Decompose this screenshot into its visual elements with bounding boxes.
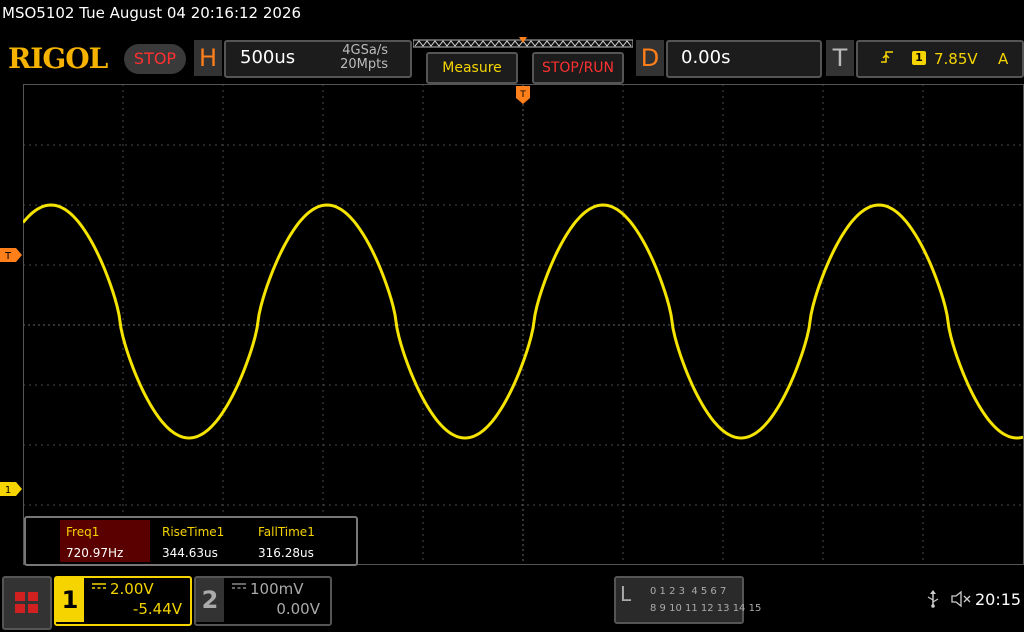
trigger-level-marker-label: T xyxy=(4,251,12,262)
logic-analyzer-label: L xyxy=(620,582,632,606)
ch2-scale: 100mV xyxy=(250,580,304,598)
svg-text:T: T xyxy=(519,90,526,100)
horizontal-menu-button[interactable]: H xyxy=(194,40,222,76)
measurement-value: 720.97Hz xyxy=(66,546,124,560)
measurement-item[interactable]: FallTime1 316.28us xyxy=(252,520,342,562)
clock: 20:15 xyxy=(975,590,1022,609)
ch1-offset-marker[interactable]: 1 xyxy=(0,482,22,496)
trigger-level-value: 7.85V xyxy=(934,50,978,68)
measurement-value: 344.63us xyxy=(162,546,218,560)
delay-menu-button[interactable]: D xyxy=(636,40,664,76)
sample-rate: 4GSa/s xyxy=(342,43,388,58)
measurement-panel[interactable]: Freq1 720.97Hz RiseTime1 344.63us FallTi… xyxy=(24,516,358,566)
delay-value: 0.00s xyxy=(681,47,731,68)
stop-run-button[interactable]: STOP/RUN xyxy=(532,52,624,84)
run-status-label: STOP xyxy=(133,49,177,68)
dc-coupling-icon xyxy=(232,583,246,589)
memory-depth: 20Mpts xyxy=(340,57,388,72)
title-bar: MSO5102 Tue August 04 20:16:12 2026 xyxy=(2,4,302,22)
trigger-mode: A xyxy=(998,50,1009,68)
measurement-item[interactable]: RiseTime1 344.63us xyxy=(156,520,246,562)
rigol-logo: RIGOL xyxy=(8,42,108,75)
waveform-display[interactable] xyxy=(23,84,1024,565)
rising-edge-icon xyxy=(881,51,893,63)
memory-position-strip xyxy=(413,37,633,48)
trigger-source-badge: 1 xyxy=(912,51,926,65)
ch1-scale: 2.00V xyxy=(110,580,154,598)
ch1-label: 1 xyxy=(56,578,84,622)
logic-channels-row-2: 8 9 10 11 12 13 14 15 xyxy=(650,603,762,614)
measurement-value: 316.28us xyxy=(258,546,314,560)
dc-coupling-icon xyxy=(92,583,106,589)
timebase-value: 500us xyxy=(240,47,296,68)
trigger-level-marker[interactable]: T xyxy=(0,248,22,262)
ch2-label: 2 xyxy=(196,578,224,622)
measure-button[interactable]: Measure xyxy=(426,52,518,84)
logic-channels-row-1: 0 1 2 3 4 5 6 7 xyxy=(650,586,727,597)
ch1-marker-label: 1 xyxy=(5,485,11,496)
sample-rate-info: 4GSa/s 20Mpts xyxy=(330,44,388,72)
trigger-menu-button[interactable]: T xyxy=(826,40,854,76)
ch2-offset: 0.00V xyxy=(276,600,320,618)
measurement-name: RiseTime1 xyxy=(162,525,225,539)
measurement-name: Freq1 xyxy=(66,525,100,539)
graticule-center xyxy=(23,84,1024,565)
usb-icon xyxy=(927,590,939,608)
measurement-item[interactable]: Freq1 720.97Hz xyxy=(60,520,150,562)
trigger-position-marker[interactable]: T xyxy=(516,86,530,110)
ch1-offset: -5.44V xyxy=(132,600,182,618)
speaker-mute-icon[interactable] xyxy=(950,590,972,608)
menu-grid-icon xyxy=(15,592,38,613)
measurement-name: FallTime1 xyxy=(258,525,315,539)
run-status-badge[interactable]: STOP xyxy=(124,44,186,74)
main-menu-button[interactable] xyxy=(2,576,52,630)
logic-analyzer-box[interactable] xyxy=(614,576,744,624)
